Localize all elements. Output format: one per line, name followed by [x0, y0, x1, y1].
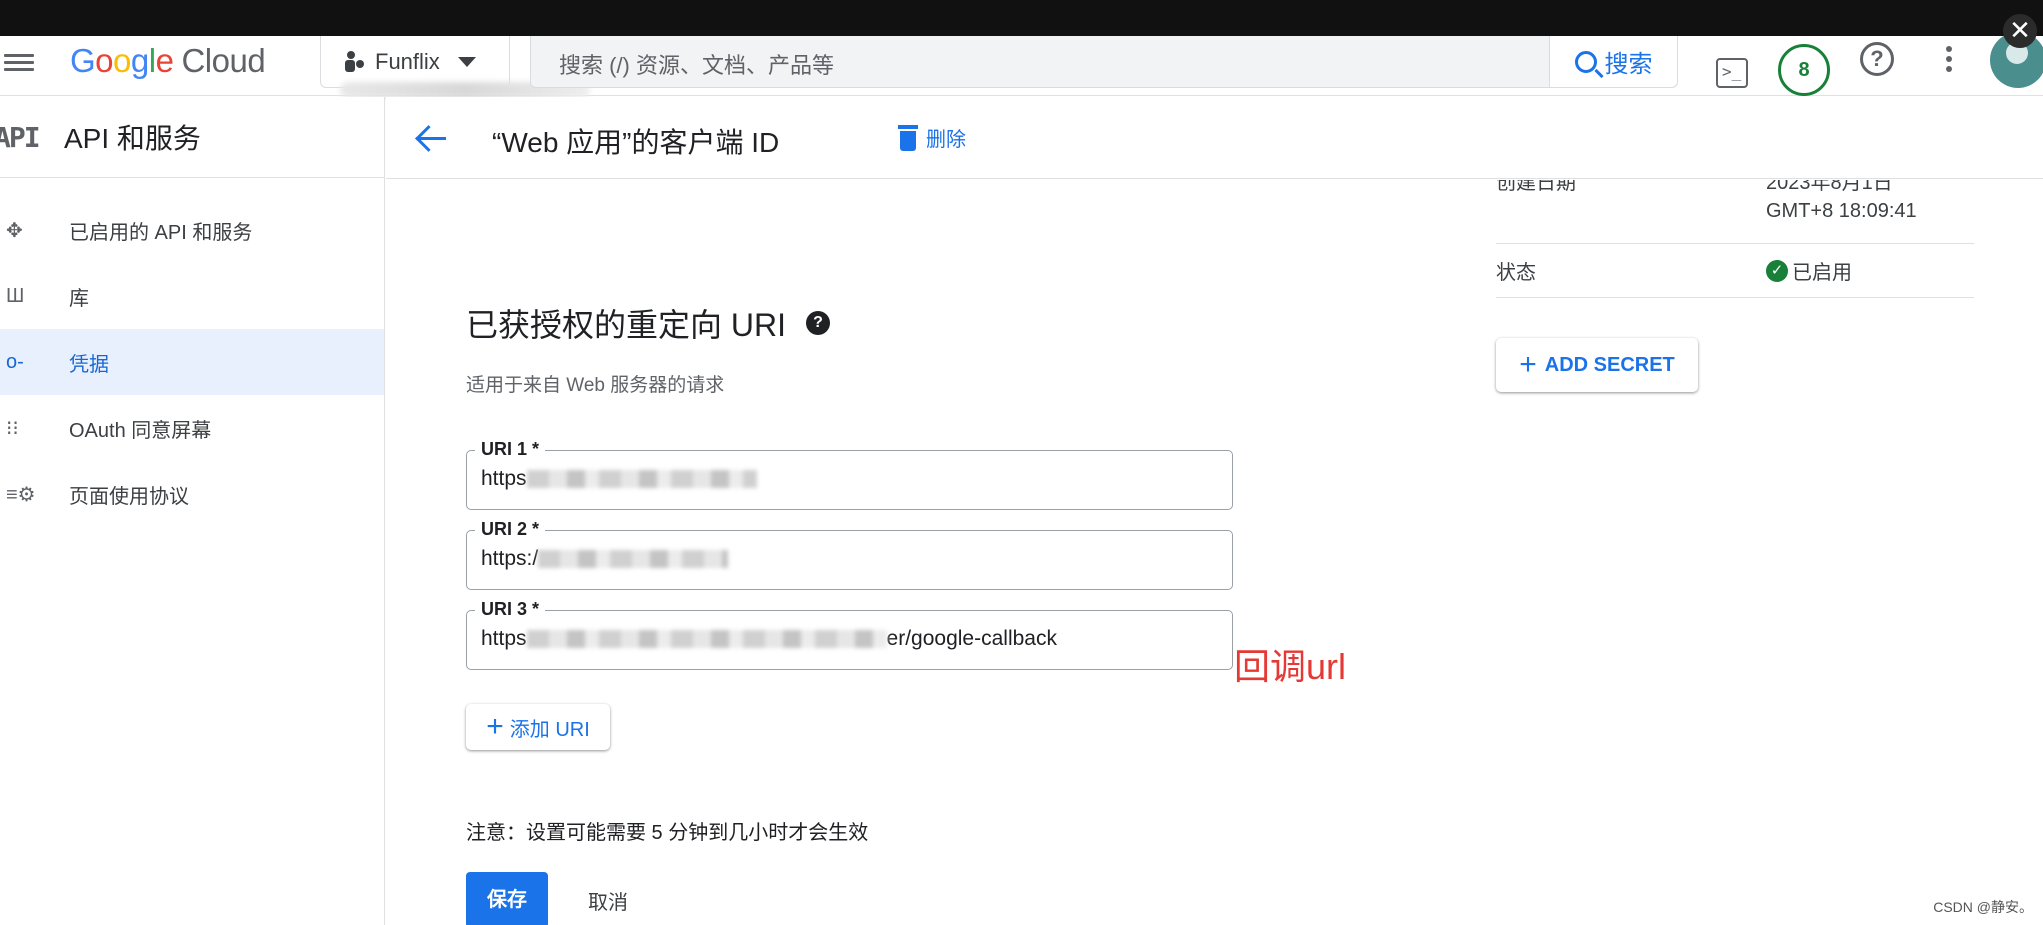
section-title: 已获授权的重定向 URI ? — [466, 300, 831, 346]
add-secret-button[interactable]: + ADD SECRET — [1496, 338, 1698, 392]
add-secret-label: ADD SECRET — [1544, 353, 1675, 376]
client-info-panel: 创建日期 2023年8月1日 GMT+8 18:09:41 状态 ✓ 已启用 +… — [1496, 180, 1974, 392]
uri-field-label: URI 3 * — [475, 599, 546, 620]
created-value: 2023年8月1日 GMT+8 18:09:41 — [1766, 180, 1917, 243]
library-icon: Ш — [6, 284, 25, 307]
close-icon[interactable]: ✕ — [2003, 14, 2037, 48]
sidebar-item-label: 已启用的 API 和服务 — [69, 221, 253, 244]
save-button[interactable]: 保存 — [466, 872, 548, 925]
uri-prefix: https:/ — [481, 547, 539, 570]
redacted-area — [526, 470, 757, 489]
page-title-bar: “Web 应用”的客户端 ID 删除 — [386, 97, 2043, 179]
help-icon[interactable]: ? — [1860, 42, 1894, 76]
created-label: 创建日期 — [1496, 180, 1576, 194]
created-date-row: 创建日期 2023年8月1日 GMT+8 18:09:41 — [1496, 180, 1974, 244]
google-cloud-logo[interactable]: Google Cloud — [70, 42, 266, 80]
sidebar-item-credentials[interactable]: o- 凭据 — [0, 329, 384, 395]
uri-field-2[interactable]: URI 2 * https:/ — [466, 519, 1233, 590]
section-title-text: 已获授权的重定向 URI — [466, 307, 787, 343]
search-button[interactable]: 搜索 — [1549, 36, 1677, 87]
project-selector[interactable]: Funflix — [320, 36, 510, 88]
sidebar-item-library[interactable]: Ш 库 — [0, 263, 384, 329]
redacted-area — [538, 550, 729, 569]
api-icon: API — [0, 120, 41, 154]
logo-letter: l — [148, 42, 156, 79]
sidebar-item-oauth-consent[interactable]: ⁝⁝ OAuth 同意屏幕 — [0, 395, 384, 461]
status-label: 状态 — [1496, 262, 1536, 284]
back-arrow-icon[interactable] — [416, 125, 450, 151]
delete-label: 删除 — [926, 129, 966, 151]
logo-letter: o — [113, 42, 131, 79]
add-uri-label: 添加 URI — [509, 718, 590, 741]
top-header: Google Cloud Funflix 搜索 (/) 资源、文档、产品等 搜索 … — [0, 36, 2043, 98]
plus-icon: + — [486, 710, 504, 743]
notification-badge[interactable]: 8 — [1778, 44, 1830, 96]
menu-icon[interactable] — [4, 50, 36, 82]
add-uri-button[interactable]: + 添加 URI — [466, 704, 610, 750]
trash-icon — [898, 124, 918, 151]
key-icon: o- — [6, 350, 24, 373]
plus-icon: + — [1519, 348, 1537, 381]
terminal-icon[interactable]: >_ — [1716, 58, 1748, 88]
help-circle-icon[interactable]: ? — [806, 311, 831, 335]
sidebar: API API 和服务 ✥ 已启用的 API 和服务 Ш 库 o- 凭据 ⁝⁝ … — [0, 97, 385, 925]
delete-button[interactable]: 删除 — [898, 123, 966, 152]
more-options-icon[interactable] — [1946, 46, 1952, 76]
uri-value[interactable]: https er/google-callback — [481, 627, 1057, 651]
logo-letter: G — [70, 42, 96, 79]
propagation-note: 注意：设置可能需要 5 分钟到几小时才会生效 — [466, 822, 869, 844]
sidebar-item-page-usage[interactable]: ≡⚙ 页面使用协议 — [0, 461, 384, 527]
sidebar-title: API 和服务 — [64, 123, 201, 154]
search-bar[interactable]: 搜索 (/) 资源、文档、产品等 搜索 — [530, 36, 1678, 88]
sidebar-item-label: 页面使用协议 — [69, 485, 189, 508]
status-value: 已启用 — [1792, 262, 1852, 284]
search-button-label: 搜索 — [1604, 51, 1653, 78]
uri-value[interactable]: https — [481, 467, 757, 491]
watermark: CSDN @静安。 — [1933, 899, 2033, 915]
status-badge: ✓ 已启用 — [1766, 256, 1852, 285]
sidebar-item-label: 库 — [69, 287, 89, 310]
created-time: GMT+8 18:09:41 — [1766, 200, 1917, 222]
redacted-area — [526, 630, 887, 649]
search-input[interactable]: 搜索 (/) 资源、文档、产品等 — [559, 48, 834, 80]
uri-field-label: URI 2 * — [475, 519, 546, 540]
sidebar-item-enabled-apis[interactable]: ✥ 已启用的 API 和服务 — [0, 197, 384, 263]
logo-cloud-text: Cloud — [181, 42, 266, 79]
uri-field-1[interactable]: URI 1 * https — [466, 439, 1233, 510]
uri-prefix: https — [481, 467, 527, 490]
check-circle-icon: ✓ — [1766, 259, 1788, 282]
uri-suffix: er/google-callback — [886, 627, 1057, 650]
project-icon — [343, 50, 365, 73]
sidebar-header: API API 和服务 — [0, 97, 384, 178]
project-name: Funflix — [375, 48, 440, 74]
sidebar-item-label: OAuth 同意屏幕 — [69, 419, 212, 442]
settings-list-icon: ≡⚙ — [6, 483, 36, 506]
search-icon — [1574, 50, 1597, 73]
logo-letter: o — [95, 42, 114, 79]
section-subtitle: 适用于来自 Web 服务器的请求 — [466, 375, 725, 396]
cancel-button[interactable]: 取消 — [588, 886, 628, 915]
main-content: 创建日期 2023年8月1日 GMT+8 18:09:41 状态 ✓ 已启用 +… — [386, 180, 2043, 925]
uri-value[interactable]: https:/ — [481, 547, 729, 571]
status-row: 状态 ✓ 已启用 — [1496, 244, 1974, 298]
uri-prefix: https — [481, 627, 527, 650]
sidebar-item-label: 凭据 — [69, 353, 109, 376]
uri-field-3[interactable]: URI 3 * https er/google-callback — [466, 599, 1233, 670]
page-title: “Web 应用”的客户端 ID — [492, 127, 780, 158]
logo-letter: g — [130, 42, 149, 79]
uri-field-label: URI 1 * — [475, 439, 546, 460]
window-top-bar — [0, 0, 2043, 36]
chevron-down-icon — [457, 56, 476, 67]
callback-annotation: 回调url — [1234, 646, 1347, 687]
logo-letter: e — [155, 42, 174, 79]
consent-icon: ⁝⁝ — [6, 417, 19, 440]
api-enabled-icon: ✥ — [6, 219, 23, 242]
